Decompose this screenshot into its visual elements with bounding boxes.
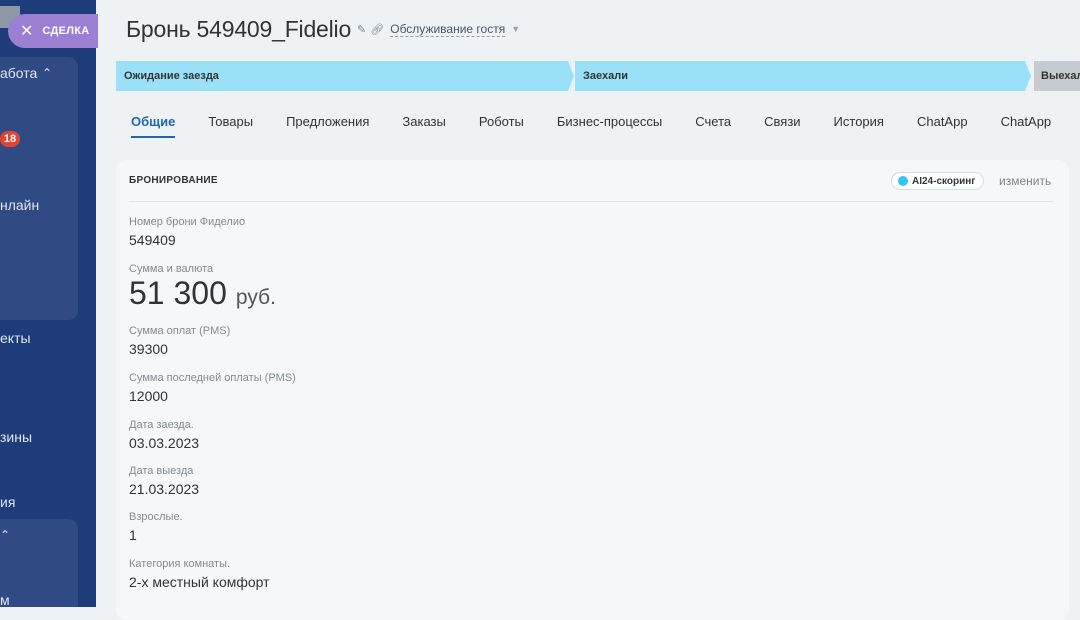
chevron-down-icon[interactable]: ▼ bbox=[511, 24, 520, 34]
chevron-up-icon[interactable]: ⌃ bbox=[0, 528, 10, 542]
edit-icon[interactable]: ✎ bbox=[357, 23, 366, 36]
field-last-payment[interactable]: Сумма последней оплаты (PMS) 12000 bbox=[129, 372, 296, 404]
pipeline-category[interactable]: Обслуживание гостя bbox=[390, 22, 506, 37]
field-value: 39300 bbox=[129, 341, 168, 357]
field-value: 12000 bbox=[129, 388, 168, 404]
stage-awaiting-checkin[interactable]: Ожидание заезда bbox=[116, 61, 574, 91]
ai-icon bbox=[898, 176, 908, 186]
link-icon[interactable]: 🔗︎ bbox=[370, 23, 384, 36]
tab-invoices[interactable]: Счета bbox=[695, 114, 731, 138]
close-deal-button[interactable]: ✕ СДЕЛКА bbox=[8, 14, 98, 48]
field-label: Номер брони Фиделио bbox=[129, 216, 246, 228]
field-value: 03.03.2023 bbox=[129, 435, 200, 451]
sidebar-item-online[interactable]: нлайн bbox=[0, 197, 39, 213]
sidebar-item-last[interactable]: м bbox=[0, 592, 10, 607]
ai-scoring-button[interactable]: AI24-скоринг bbox=[891, 172, 985, 190]
field-value: 21.03.2023 bbox=[129, 481, 200, 497]
tab-general[interactable]: Общие bbox=[131, 114, 176, 138]
tab-history[interactable]: История bbox=[834, 114, 884, 138]
field-checkout-date[interactable]: Дата выезда 21.03.2023 bbox=[129, 465, 199, 497]
sidebar-group-panel-2 bbox=[0, 519, 78, 607]
tab-products[interactable]: Товары bbox=[208, 114, 253, 138]
field-paid[interactable]: Сумма оплат (PMS) 39300 bbox=[129, 325, 230, 357]
field-value: 2-х местный комфорт bbox=[129, 574, 270, 590]
field-label: Дата выезда bbox=[129, 465, 194, 477]
currency-label: руб. bbox=[235, 286, 276, 309]
sidebar-item-shops[interactable]: зины bbox=[0, 429, 32, 445]
page-header: Бронь 549409_Fidelio ✎ 🔗︎ Обслуживание г… bbox=[126, 14, 520, 44]
card-title: БРОНИРОВАНИЕ bbox=[129, 175, 218, 186]
sidebar-item-misc[interactable]: ия bbox=[0, 494, 15, 510]
page-title: Бронь 549409_Fidelio bbox=[126, 15, 352, 42]
tab-bar: Общие Товары Предложения Заказы Роботы Б… bbox=[131, 114, 1080, 138]
sidebar-counter-badge: 18 bbox=[0, 131, 20, 147]
chevron-up-icon[interactable]: ⌃ bbox=[42, 66, 52, 80]
sidebar-item-projects[interactable]: екты bbox=[0, 330, 31, 346]
tab-chatapp-2[interactable]: ChatApp bbox=[1001, 114, 1052, 138]
divider bbox=[129, 201, 1054, 202]
field-value: 1 bbox=[129, 527, 137, 543]
field-value: 549409 bbox=[129, 232, 176, 248]
field-room-category[interactable]: Категория комнаты. 2-х местный комфорт bbox=[129, 558, 270, 590]
field-label: Сумма и валюта bbox=[129, 263, 214, 275]
tab-orders[interactable]: Заказы bbox=[402, 114, 445, 138]
field-label: Категория комнаты. bbox=[129, 558, 231, 570]
field-checkin-date[interactable]: Дата заезда. 03.03.2023 bbox=[129, 419, 199, 451]
tab-business-processes[interactable]: Бизнес-процессы bbox=[557, 114, 662, 138]
stage-checked-out[interactable]: Выехали bbox=[1034, 61, 1080, 91]
field-label: Сумма последней оплаты (PMS) bbox=[129, 372, 296, 384]
tab-offers[interactable]: Предложения bbox=[286, 114, 369, 138]
sidebar-item-work[interactable]: абота bbox=[0, 65, 37, 81]
close-icon: ✕ bbox=[20, 23, 34, 40]
field-adults[interactable]: Взрослые. 1 bbox=[129, 511, 183, 543]
field-label: Взрослые. bbox=[129, 511, 183, 523]
tab-relations[interactable]: Связи bbox=[764, 114, 800, 138]
field-label: Сумма оплат (PMS) bbox=[129, 325, 231, 337]
amount-value: 51 300 bbox=[129, 275, 227, 311]
tab-chatapp[interactable]: ChatApp bbox=[917, 114, 968, 138]
field-booking-number[interactable]: Номер брони Фиделио 549409 bbox=[129, 216, 245, 248]
stage-bar: Ожидание заезда Заехали Выехали bbox=[116, 61, 1080, 91]
sidebar-group-panel bbox=[0, 57, 78, 320]
sidebar: абота ⌃ 18 нлайн екты зины ия ⌃ м bbox=[0, 0, 96, 607]
close-deal-label: СДЕЛКА bbox=[42, 25, 90, 37]
change-link[interactable]: изменить bbox=[999, 174, 1051, 188]
stage-checked-in[interactable]: Заехали bbox=[575, 61, 1031, 91]
tab-robots[interactable]: Роботы bbox=[479, 114, 524, 138]
booking-card: БРОНИРОВАНИЕ AI24-скоринг изменить Номер… bbox=[116, 160, 1069, 620]
ai-scoring-label: AI24-скоринг bbox=[912, 175, 976, 187]
field-amount[interactable]: Сумма и валюта 51 300 руб. bbox=[129, 263, 276, 312]
field-label: Дата заезда. bbox=[129, 419, 194, 431]
